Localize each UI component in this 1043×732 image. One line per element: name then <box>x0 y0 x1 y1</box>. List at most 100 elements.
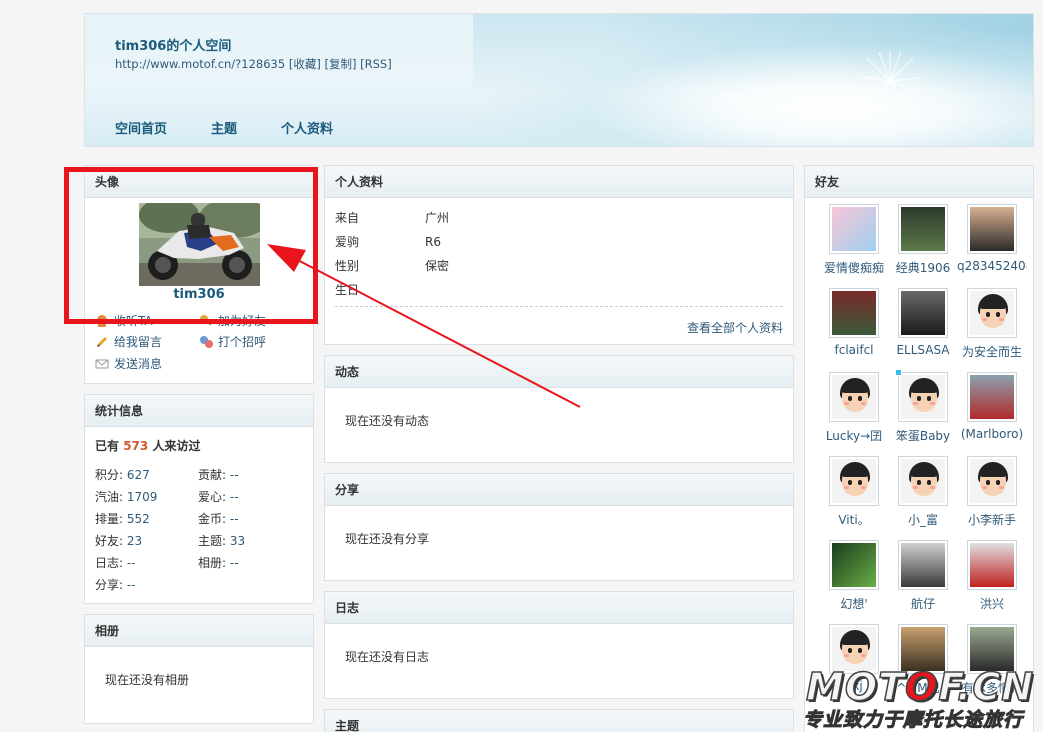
friend-avatar[interactable] <box>829 204 879 254</box>
friend-avatar[interactable] <box>967 456 1017 506</box>
motof-watermark: MOTOF.CN 专业致力于摩托长途旅行 <box>800 664 1043 732</box>
friend-item[interactable]: 小李新手 <box>957 456 1027 528</box>
friend-item[interactable]: 经典1906 <box>888 204 958 276</box>
friend-item[interactable]: fclaifcl <box>819 288 889 357</box>
share-empty-text: 现在还没有分享 <box>345 532 430 546</box>
space-title[interactable]: tim306的个人空间 <box>115 35 231 54</box>
friend-item[interactable]: ELLSASA <box>888 288 958 357</box>
dandelion-icon <box>860 51 921 105</box>
default-avatar-icon <box>832 375 876 419</box>
friend-avatar[interactable] <box>898 540 948 590</box>
friend-avatar[interactable] <box>967 288 1017 338</box>
pencil-icon <box>95 335 109 349</box>
view-all-profile-link[interactable]: 查看全部个人资料 <box>687 319 783 336</box>
share-heading: 分享 <box>325 474 793 506</box>
visitor-count-line: 已有 573 人来访过 <box>95 437 200 454</box>
stat-shares: 分享: -- <box>95 578 136 592</box>
friend-item[interactable]: 幻想' <box>819 540 889 612</box>
friend-name[interactable]: 小_富 <box>888 511 958 528</box>
visit-count: 573 <box>123 439 149 453</box>
blog-heading: 日志 <box>325 592 793 624</box>
default-avatar-icon <box>832 459 876 503</box>
friend-name[interactable]: (Marlboro) <box>957 427 1027 441</box>
friend-item[interactable]: 笨蛋Baby <box>888 369 958 444</box>
friend-avatar[interactable] <box>898 204 948 254</box>
space-url-line: http://www.motof.cn/?128635 [收藏] [复制] [R… <box>115 56 392 72</box>
friend-item[interactable]: 为安全而生 <box>957 288 1027 360</box>
friend-name[interactable]: 幻想' <box>819 595 889 612</box>
profile-heading: 个人资料 <box>325 166 793 198</box>
friend-item[interactable]: (Marlboro) <box>957 372 1027 441</box>
friend-name[interactable]: 经典1906 <box>888 259 958 276</box>
dynamics-empty-text: 现在还没有动态 <box>345 414 430 428</box>
friend-name[interactable]: Viti。 <box>819 511 889 528</box>
friend-item[interactable]: 爱情傻痴痴 <box>819 204 889 276</box>
send-message-button[interactable]: 发送消息 <box>95 355 162 372</box>
friend-avatar[interactable] <box>967 540 1017 590</box>
profile-row-birthday: 生日 <box>335 283 360 297</box>
friends-panel: 好友 爱情傻痴痴 经典1906 q283452408 fclaifcl ELLSASA 为… <box>804 165 1034 732</box>
envelope-icon <box>95 357 109 371</box>
stat-gold: 金币: -- <box>198 512 239 526</box>
rss-link[interactable]: [RSS] <box>360 57 392 71</box>
friend-name[interactable]: q283452408 <box>957 259 1027 273</box>
friend-avatar[interactable] <box>898 456 948 506</box>
friend-item[interactable]: 小_富 <box>888 456 958 528</box>
friend-name[interactable]: 爱情傻痴痴 <box>819 259 889 276</box>
album-panel: 相册 现在还没有相册 <box>84 614 314 724</box>
stat-contribution: 贡献: -- <box>198 468 239 482</box>
greet-button[interactable]: 打个招呼 <box>199 333 266 350</box>
album-heading: 相册 <box>85 615 313 647</box>
friend-name[interactable]: 航仔 <box>888 595 958 612</box>
friend-avatar[interactable] <box>829 288 879 338</box>
friend-item[interactable]: q283452408 <box>957 204 1027 273</box>
profile-row-gender: 性别 保密 <box>335 259 450 273</box>
leave-message-label: 给我留言 <box>114 335 163 349</box>
friend-name[interactable]: 小李新手 <box>957 511 1027 528</box>
friend-name[interactable]: 为安全而生 <box>957 343 1027 360</box>
default-avatar-icon <box>901 375 945 419</box>
favorite-link[interactable]: [收藏] <box>289 57 321 71</box>
profile-row-from: 来自 广州 <box>335 211 450 225</box>
friend-avatar[interactable] <box>895 369 948 422</box>
copy-link[interactable]: [复制] <box>324 57 356 71</box>
friend-avatar[interactable] <box>898 288 948 338</box>
visit-prefix: 已有 <box>95 439 120 453</box>
friend-avatar[interactable] <box>967 372 1017 422</box>
space-header: tim306的个人空间 http://www.motof.cn/?128635 … <box>84 13 1034 147</box>
stats-panel: 统计信息 已有 573 人来访过 积分: 627 贡献: -- 汽油: 1709… <box>84 394 314 604</box>
friend-item[interactable]: Viti。 <box>819 456 889 528</box>
friend-item[interactable]: 洪兴 <box>957 540 1027 612</box>
profile-panel: 个人资料 来自 广州 爱驹 R6 性别 保密 生日 查看全部个人资料 <box>324 165 794 345</box>
blog-panel: 日志 现在还没有日志 <box>324 591 794 699</box>
nav-topics[interactable]: 主题 <box>211 118 237 137</box>
friend-avatar[interactable] <box>829 372 879 422</box>
friend-item[interactable]: Lucky→囝 <box>819 372 889 444</box>
space-nav: 空间首页 主题 个人资料 <box>115 118 377 137</box>
leave-message-button[interactable]: 给我留言 <box>95 333 162 350</box>
friend-avatar[interactable] <box>967 204 1017 254</box>
friend-name[interactable]: fclaifcl <box>819 343 889 357</box>
watermark-logo: MOTOF.CN <box>805 664 1035 710</box>
topic-panel: 主题 <box>324 709 794 732</box>
friend-name[interactable]: Lucky→囝 <box>819 427 889 444</box>
stat-fuel: 汽油: 1709 <box>95 490 158 504</box>
friend-avatar[interactable] <box>829 540 879 590</box>
visit-suffix: 人来访过 <box>152 439 201 453</box>
send-message-label: 发送消息 <box>114 357 163 371</box>
dynamics-heading: 动态 <box>325 356 793 388</box>
topic-heading: 主题 <box>325 710 793 732</box>
space-url-link[interactable]: http://www.motof.cn/?128635 <box>115 57 285 71</box>
friend-name[interactable]: 笨蛋Baby <box>888 427 958 444</box>
friend-name[interactable]: 洪兴 <box>957 595 1027 612</box>
greet-label: 打个招呼 <box>218 335 267 349</box>
friend-name[interactable]: ELLSASA <box>888 343 958 357</box>
nav-space-home[interactable]: 空间首页 <box>115 118 167 137</box>
friend-avatar[interactable] <box>829 456 879 506</box>
default-avatar-icon <box>970 459 1014 503</box>
friends-heading: 好友 <box>805 166 1033 198</box>
default-avatar-icon <box>901 459 945 503</box>
default-avatar-icon <box>970 291 1014 335</box>
nav-profile[interactable]: 个人资料 <box>281 118 333 137</box>
friend-item[interactable]: 航仔 <box>888 540 958 612</box>
